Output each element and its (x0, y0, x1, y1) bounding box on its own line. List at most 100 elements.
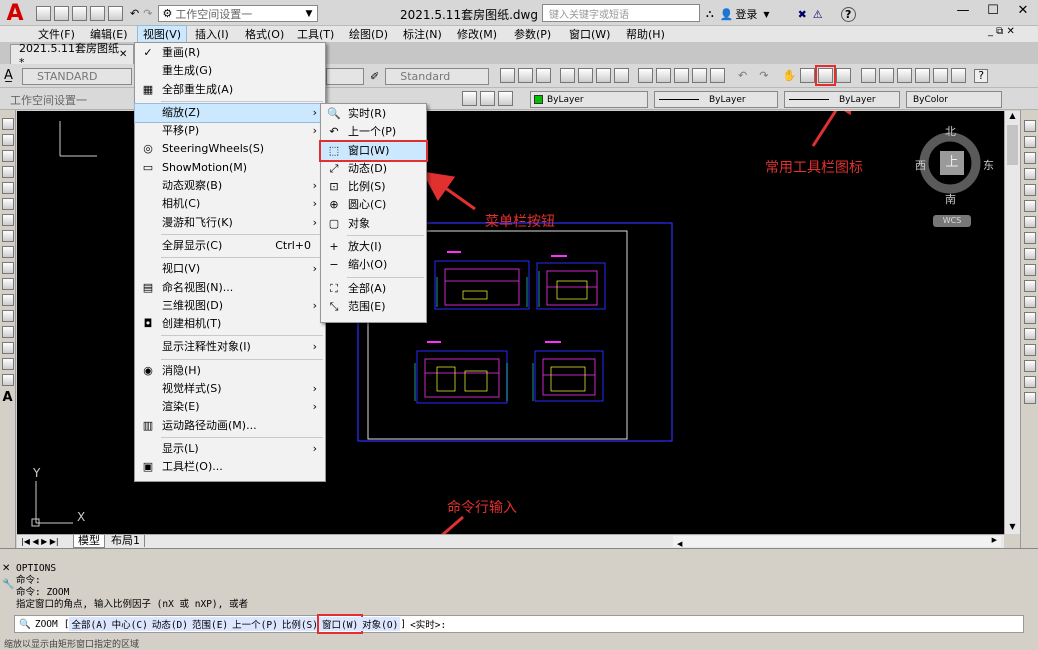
view-menu-item[interactable]: 三维视图(D) › (135, 297, 325, 315)
break-icon[interactable] (1023, 296, 1036, 308)
rectangle-icon[interactable] (1, 182, 14, 194)
zoom-menu-item[interactable]: ⊡ 比例(S) (321, 178, 426, 196)
circle-icon[interactable] (1, 214, 14, 226)
zoom-menu-item[interactable]: ↶ 上一个(P) (321, 123, 426, 141)
revcloud-icon[interactable] (1, 230, 14, 242)
fillet-icon[interactable] (1023, 344, 1036, 356)
view-menu-item[interactable]: ▭ ShowMotion(M) (135, 159, 325, 177)
view-menu-item[interactable]: ▣ 工具栏(O)... (135, 458, 325, 476)
layout-nav[interactable]: |◀ ◀ ▶ ▶| (21, 535, 59, 548)
scroll-thumb[interactable] (1007, 125, 1018, 165)
cmd-option-scale[interactable]: 比例(S) (279, 617, 320, 631)
plot-icon[interactable] (560, 68, 575, 83)
mtext-icon[interactable]: A (2, 390, 12, 405)
menu-view[interactable]: 视图(V) (137, 25, 187, 43)
calculator-icon[interactable] (951, 68, 967, 83)
search-input[interactable]: 键入关键字或短语 (543, 6, 699, 21)
tab-model[interactable]: 模型 (73, 535, 105, 548)
redo-icon[interactable]: ↷ (759, 69, 768, 82)
binoculars-icon[interactable]: ⛬ (706, 7, 714, 21)
menu-draw[interactable]: 绘图(D) (349, 26, 403, 42)
view-menu-item[interactable]: 显示(L) › (135, 440, 325, 458)
cmd-option-previous[interactable]: 上一个(P) (230, 617, 280, 631)
menu-parametric[interactable]: 参数(P) (514, 26, 569, 42)
zoom-menu-item[interactable]: 🔍 实时(R) (321, 105, 426, 123)
text-style-dropdown[interactable]: STANDARD (22, 68, 132, 85)
array-icon[interactable] (1023, 184, 1036, 196)
make-block-icon[interactable] (1, 294, 14, 306)
network-icon[interactable]: ⚠ (813, 8, 823, 21)
zoom-menu-item[interactable]: + 放大(I) (321, 238, 426, 256)
save-icon[interactable] (536, 68, 551, 83)
view-menu-item[interactable]: ▤ 命名视图(N)... (135, 279, 325, 297)
menu-window[interactable]: 窗口(W) (569, 26, 626, 42)
cmd-option-extents[interactable]: 范围(E) (189, 617, 231, 631)
move-icon[interactable] (1023, 200, 1036, 212)
polygon-icon[interactable] (1, 166, 14, 178)
viewcube-east[interactable]: 东 (983, 157, 994, 173)
view-menu-item[interactable]: ▦ 全部重生成(A) (135, 81, 325, 99)
menu-format[interactable]: 格式(O) (245, 26, 297, 42)
design-center-icon[interactable] (879, 68, 895, 83)
scroll-down-icon[interactable]: ▼ (1005, 522, 1020, 534)
zoom-menu-item[interactable]: ⤡ 范围(E) (321, 298, 426, 316)
layer-previous-icon[interactable] (498, 91, 513, 106)
zoom-menu-item[interactable]: ⊕ 圆心(C) (321, 196, 426, 214)
color-dropdown[interactable]: ByLayer (530, 91, 648, 108)
wcs-menu[interactable]: WCS (933, 215, 971, 227)
stretch-icon[interactable] (1023, 248, 1036, 260)
view-menu-item[interactable]: 显示注释性对象(I) › (135, 338, 325, 356)
zoom-menu-item[interactable]: ⛶ 全部(A) (321, 280, 426, 298)
point-icon[interactable] (1, 310, 14, 322)
text-style-icon[interactable]: A̲ (4, 68, 13, 83)
viewcube-top-face[interactable]: 上 (940, 151, 964, 175)
undo-icon[interactable]: ↶ (130, 7, 139, 20)
user-icon[interactable]: 👤 (720, 8, 734, 21)
extend-icon[interactable] (1023, 280, 1036, 292)
layer-state-icon[interactable] (480, 91, 495, 106)
chamfer-icon[interactable] (1023, 328, 1036, 340)
construction-line-icon[interactable] (1, 134, 14, 146)
table-icon[interactable] (1, 374, 14, 386)
arc-icon[interactable] (1, 198, 14, 210)
zoom-window-icon[interactable] (815, 65, 837, 86)
vertical-scrollbar[interactable]: ▲ ▼ (1004, 111, 1020, 534)
search-box[interactable]: 键入关键字或短语 (542, 4, 700, 22)
copy-icon[interactable] (656, 68, 671, 83)
region-icon[interactable] (1, 358, 14, 370)
properties-icon[interactable] (861, 68, 877, 83)
open-icon[interactable] (518, 68, 533, 83)
command-close-icon[interactable]: ✕ (2, 563, 10, 574)
workspace-dropdown[interactable]: ⚙ 工作空间设置一 ▼ (158, 5, 319, 22)
print-icon[interactable] (108, 6, 123, 21)
tool-palette-icon[interactable] (897, 68, 913, 83)
zoom-menu-item[interactable]: ▢ 对象 (321, 215, 426, 233)
draworder-icon[interactable] (1023, 376, 1036, 388)
login-link[interactable]: 登录 (735, 6, 757, 22)
help-icon[interactable]: ? (840, 6, 856, 22)
layer-icon[interactable] (462, 91, 477, 106)
dim-style-icon[interactable]: ✐ (370, 70, 379, 83)
view-menu-item[interactable]: 相机(C) › (135, 195, 325, 213)
view-menu-item[interactable]: ◎ SteeringWheels(S) (135, 140, 325, 158)
exchange-icon[interactable]: ✖ (798, 8, 807, 21)
paste-icon[interactable] (674, 68, 689, 83)
block-editor-icon[interactable] (710, 68, 725, 83)
maximize-icon[interactable]: ☐ (978, 3, 1008, 18)
cmd-option-all[interactable]: 全部(A) (69, 617, 110, 631)
view-menu-item[interactable]: 视口(V) › (135, 260, 325, 278)
ellipse-icon[interactable] (1, 262, 14, 274)
cut-icon[interactable] (638, 68, 653, 83)
save-icon[interactable] (72, 6, 87, 21)
chevron-down-icon[interactable]: ▼ (763, 10, 769, 19)
close-icon[interactable]: ✕ (1008, 3, 1038, 18)
view-menu-item[interactable]: ◘ 创建相机(T) (135, 315, 325, 333)
plotstyle-dropdown[interactable]: ByColor (906, 91, 1002, 108)
dim-style-dropdown[interactable]: Standard (385, 68, 490, 85)
help-icon[interactable]: ? (974, 68, 989, 83)
command-input[interactable]: 🔍 ZOOM [ 全部(A) 中心(C) 动态(D) 范围(E) 上一个(P) … (14, 614, 1024, 634)
publish-icon[interactable] (596, 68, 611, 83)
menu-insert[interactable]: 插入(I) (195, 26, 245, 42)
new-icon[interactable] (500, 68, 515, 83)
view-menu-item[interactable]: 漫游和飞行(K) › (135, 214, 325, 232)
